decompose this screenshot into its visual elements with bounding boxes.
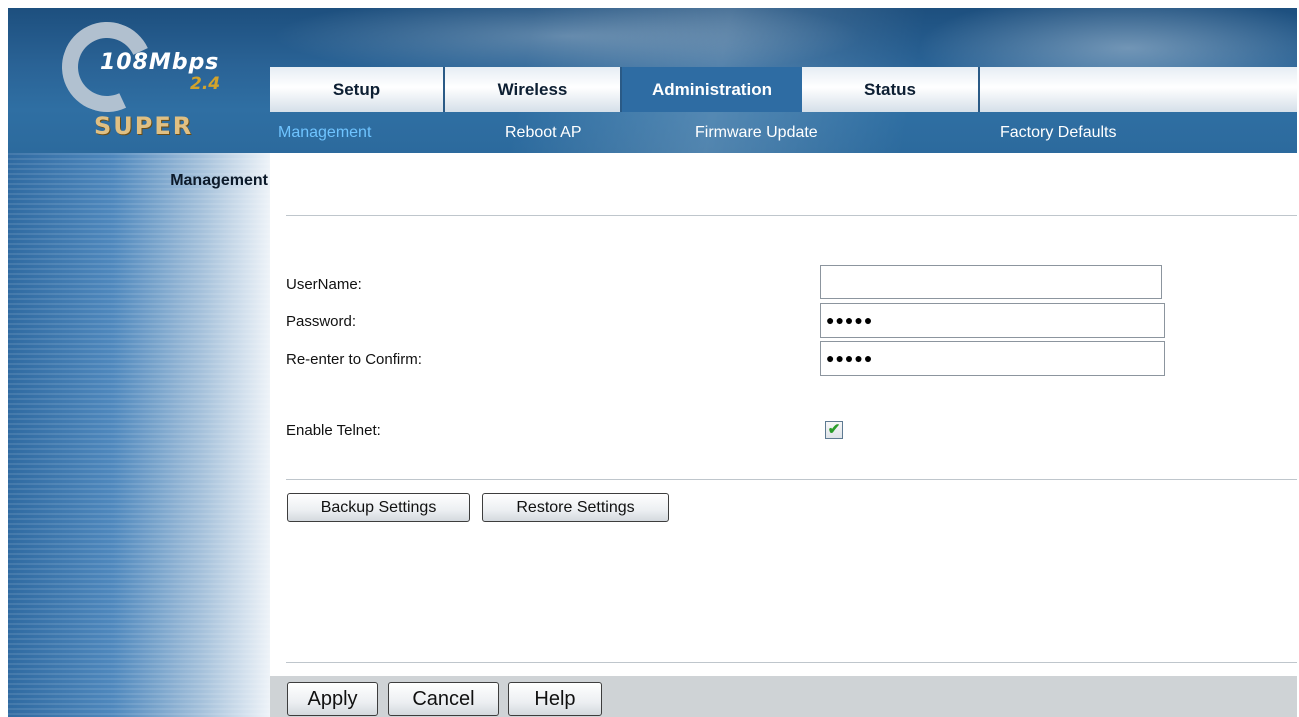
sidebar: Management <box>8 153 270 717</box>
enable-telnet-checkbox[interactable]: ✔ <box>825 421 843 439</box>
divider-top <box>286 215 1297 216</box>
main-tab-bar: Setup Wireless Administration Status <box>270 67 1297 112</box>
confirm-password-label: Re-enter to Confirm: <box>286 351 422 368</box>
username-label: UserName: <box>286 276 362 293</box>
password-field[interactable]: ●●●●● <box>820 303 1165 338</box>
restore-settings-button[interactable]: Restore Settings <box>482 493 669 522</box>
username-field[interactable] <box>820 265 1162 299</box>
tab-status[interactable]: Status <box>802 67 980 112</box>
divider-bottom <box>286 662 1297 663</box>
subnav-management[interactable]: Management <box>278 124 371 142</box>
cancel-button[interactable]: Cancel <box>388 682 499 716</box>
tab-setup[interactable]: Setup <box>270 67 445 112</box>
logo-speed: 108Mbps <box>100 50 220 75</box>
tab-administration[interactable]: Administration <box>622 67 802 112</box>
logo-brand: SUPER <box>94 112 194 140</box>
logo-band: 2.4 <box>190 74 221 94</box>
subnav-firmware-update[interactable]: Firmware Update <box>695 124 818 142</box>
telnet-label: Enable Telnet: <box>286 422 381 439</box>
confirm-password-field[interactable]: ●●●●● <box>820 341 1165 376</box>
subnav-reboot-ap[interactable]: Reboot AP <box>505 124 582 142</box>
divider-middle <box>286 479 1297 480</box>
sidebar-title: Management <box>170 172 268 189</box>
sub-navigation: Management Reboot AP Firmware Update Fac… <box>270 115 1297 153</box>
password-label: Password: <box>286 313 357 330</box>
tab-wireless[interactable]: Wireless <box>445 67 622 112</box>
backup-settings-button[interactable]: Backup Settings <box>287 493 470 522</box>
subnav-factory-defaults[interactable]: Factory Defaults <box>1000 124 1116 142</box>
apply-button[interactable]: Apply <box>287 682 378 716</box>
product-logo: 108Mbps 2.4 SUPER <box>30 9 260 145</box>
help-button[interactable]: Help <box>508 682 602 716</box>
